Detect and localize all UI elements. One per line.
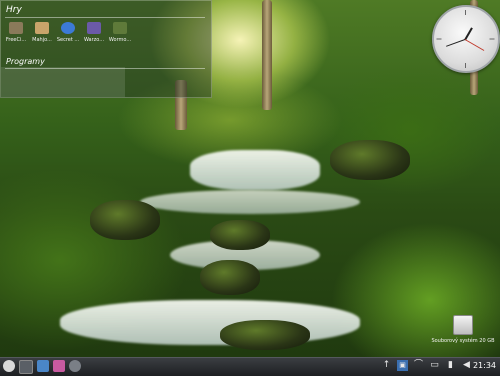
clock-second-hand [464, 39, 485, 51]
analog-clock-widget[interactable] [432, 5, 500, 73]
folder-item-wormux[interactable]: Wormo... [109, 22, 131, 43]
divider [5, 17, 205, 18]
clock-tick [465, 63, 466, 68]
device-notifier[interactable]: Souborový systém 20 GB [430, 315, 496, 344]
folder-item-freeciv[interactable]: FreeCi... [5, 22, 27, 43]
rock [220, 320, 310, 350]
drive-icon [453, 315, 473, 335]
secret-maryo-icon [61, 22, 75, 34]
folder-item-label: Secret ... [56, 37, 80, 43]
freeciv-icon [9, 22, 23, 34]
programs-area[interactable] [1, 67, 125, 97]
folder-item-warzone[interactable]: Warzo... [83, 22, 105, 43]
folder-item-label: Wormo... [108, 37, 132, 43]
app-launcher-icon[interactable] [69, 360, 81, 372]
folder-item-label: Mahjo... [32, 37, 52, 43]
folder-view-title: Hry [6, 5, 22, 15]
taskbar-panel: ↑ ▣ ⌒ ▭ ▮ ◀ 21:34 [0, 357, 500, 376]
waterfall [190, 150, 320, 190]
battery-icon[interactable]: ▮ [445, 360, 456, 371]
folder-view-widget[interactable]: Hry FreeCi... Mahjo... Secret ... Warzo.… [0, 0, 212, 98]
mahjongg-icon [35, 22, 49, 34]
wifi-icon[interactable]: ⌒ [413, 360, 424, 371]
rock [90, 200, 160, 240]
kickoff-menu-icon[interactable] [3, 360, 15, 372]
device-label: Souborový systém 20 GB [431, 338, 495, 344]
clock-tick [489, 38, 495, 40]
section-title: Programy [6, 57, 45, 66]
stream [60, 300, 360, 345]
media-player-icon[interactable] [53, 360, 65, 372]
browser-icon[interactable] [37, 360, 49, 372]
clock-tick [436, 38, 442, 40]
tree-trunk [262, 0, 272, 110]
network-icon[interactable]: ▣ [397, 360, 408, 371]
wormux-icon [113, 22, 127, 34]
folder-item-label: Warzo... [83, 37, 105, 43]
rock [200, 260, 260, 295]
rock [330, 140, 410, 180]
system-tray: ↑ ▣ ⌒ ▭ ▮ ◀ [381, 360, 472, 371]
window-switcher-icon[interactable] [19, 360, 33, 374]
warzone-icon [87, 22, 101, 34]
folder-items: FreeCi... Mahjo... Secret ... Warzo... W… [5, 22, 131, 43]
rock [210, 220, 270, 250]
arrow-up-icon[interactable]: ↑ [381, 360, 392, 371]
folder-item-label: FreeCi... [5, 37, 27, 43]
stream [140, 190, 360, 214]
clock-minute-hand [446, 39, 466, 47]
folder-item-mahjongg[interactable]: Mahjo... [31, 22, 53, 43]
clock-tick [465, 10, 466, 15]
quick-launch [3, 360, 81, 374]
folder-item-secret-maryo[interactable]: Secret ... [57, 22, 79, 43]
volume-icon[interactable]: ◀ [461, 360, 472, 371]
panel-clock[interactable]: 21:34 [473, 361, 496, 370]
folder-icon[interactable]: ▭ [429, 360, 440, 371]
